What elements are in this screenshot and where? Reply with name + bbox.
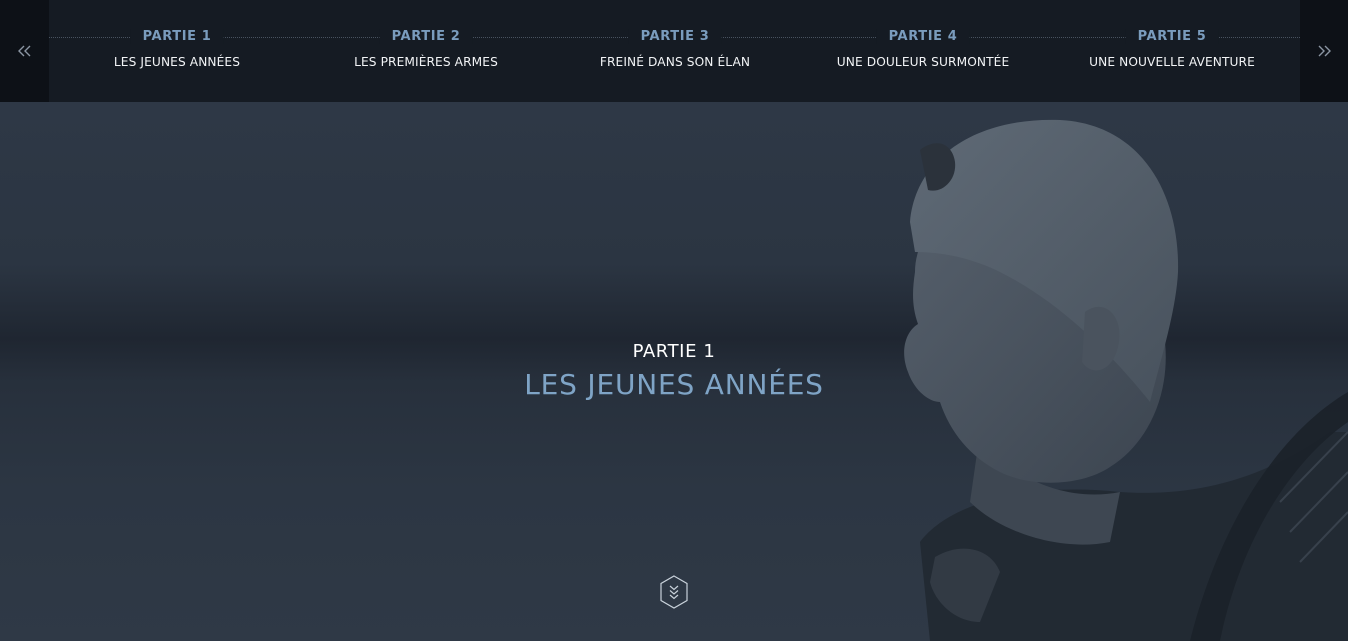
part-item-5[interactable]: PARTIE 5 UNE NOUVELLE AVENTURE xyxy=(1048,0,1296,102)
double-chevron-left-icon xyxy=(17,45,30,57)
part-title: UNE DOULEUR SURMONTÉE xyxy=(836,55,1010,69)
part-number: PARTIE 1 xyxy=(130,29,224,44)
part-item-3[interactable]: PARTIE 3 FREINÉ DANS SON ÉLAN xyxy=(551,0,799,102)
next-button[interactable] xyxy=(1300,0,1348,102)
part-title: UNE NOUVELLE AVENTURE xyxy=(1089,55,1255,69)
part-number: PARTIE 2 xyxy=(379,29,473,44)
part-item-4[interactable]: PARTIE 4 UNE DOULEUR SURMONTÉE xyxy=(799,0,1047,102)
top-navigation: PARTIE 1 LES JEUNES ANNÉES PARTIE 2 LES … xyxy=(0,0,1348,102)
part-number: PARTIE 3 xyxy=(628,29,722,44)
part-item-1[interactable]: PARTIE 1 LES JEUNES ANNÉES xyxy=(53,0,301,102)
part-title: LES JEUNES ANNÉES xyxy=(113,55,241,69)
part-title: FREINÉ DANS SON ÉLAN xyxy=(599,55,751,69)
previous-button[interactable] xyxy=(0,0,49,102)
hero-title: LES JEUNES ANNÉES xyxy=(524,368,824,401)
part-item-2[interactable]: PARTIE 2 LES PREMIÈRES ARMES xyxy=(302,0,550,102)
hero-section: PARTIE 1 LES JEUNES ANNÉES xyxy=(0,102,1348,641)
hero-part-label: PARTIE 1 xyxy=(632,341,716,362)
hexagon-chevrons-down-icon xyxy=(660,575,688,609)
part-title: LES PREMIÈRES ARMES xyxy=(354,55,498,69)
double-chevron-right-icon xyxy=(1318,45,1331,57)
part-number: PARTIE 5 xyxy=(1125,29,1219,44)
parts-list: PARTIE 1 LES JEUNES ANNÉES PARTIE 2 LES … xyxy=(49,0,1300,102)
part-number: PARTIE 4 xyxy=(876,29,970,44)
scroll-down-button[interactable] xyxy=(658,574,690,610)
